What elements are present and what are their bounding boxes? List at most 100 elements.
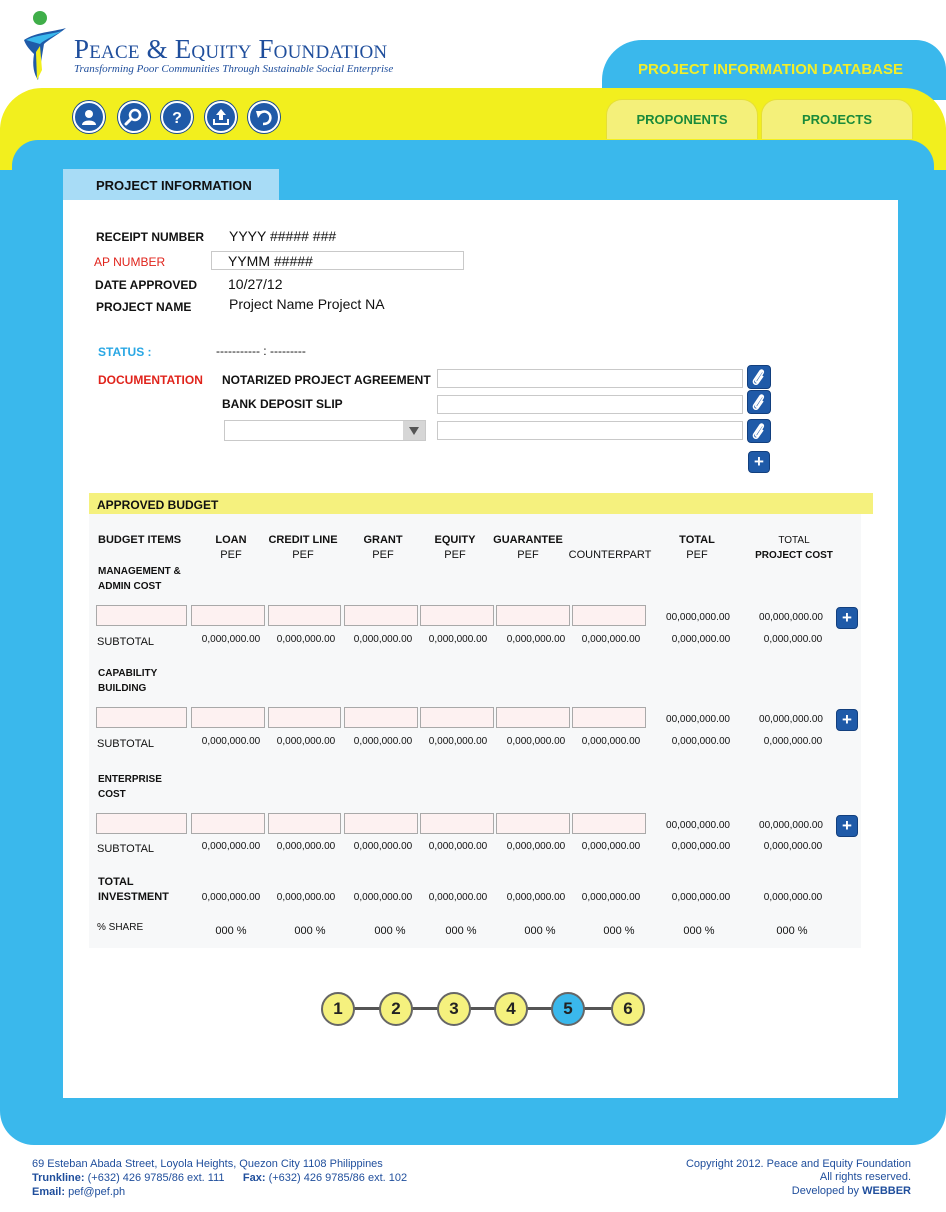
subtotal-value: 0,000,000.00 xyxy=(353,634,413,645)
share-value: 000 % xyxy=(776,925,808,937)
step-5[interactable]: 5 xyxy=(551,992,585,1026)
share-value: 000 % xyxy=(374,925,406,937)
equity-input[interactable] xyxy=(420,813,494,834)
column-header: TOTAL PEF xyxy=(679,534,715,561)
help-icon[interactable]: ? xyxy=(161,101,193,133)
loan-input[interactable] xyxy=(191,605,265,626)
total-investment-value: 0,000,000.00 xyxy=(671,892,731,903)
step-6[interactable]: 6 xyxy=(611,992,645,1026)
credit-line-input[interactable] xyxy=(268,707,341,728)
footer-copyright: Copyright 2012. Peace and Equity Foundat… xyxy=(685,1158,911,1170)
subtotal-value: 0,000,000.00 xyxy=(506,634,566,645)
bank-deposit-label: BANK DEPOSIT SLIP xyxy=(222,397,343,411)
ap-number-label: AP NUMBER xyxy=(94,255,166,269)
loan-input[interactable] xyxy=(191,813,265,834)
row-total-project-cost: 00,000,000.00 xyxy=(759,714,823,725)
add-row-button[interactable]: + xyxy=(836,607,858,629)
grant-input[interactable] xyxy=(344,813,418,834)
footer-rights: All rights reserved. xyxy=(819,1171,911,1183)
subtotal-value: 0,000,000.00 xyxy=(276,736,336,747)
chevron-down-icon xyxy=(403,421,425,440)
grant-input[interactable] xyxy=(344,605,418,626)
credit-line-input[interactable] xyxy=(268,605,341,626)
budget-item-input[interactable] xyxy=(96,605,187,626)
guarantee-input[interactable] xyxy=(496,605,570,626)
tab-projects[interactable]: PROJECTS xyxy=(761,99,913,139)
project-name-value: Project Name Project NA xyxy=(229,296,385,312)
share-value: 000 % xyxy=(524,925,556,937)
row-total-pef: 00,000,000.00 xyxy=(666,714,730,725)
budget-item-input[interactable] xyxy=(96,707,187,728)
step-2[interactable]: 2 xyxy=(379,992,413,1026)
section-label: ENTERPRISE COST xyxy=(98,774,162,800)
document-type-select[interactable] xyxy=(224,420,426,441)
subtotal-value: 0,000,000.00 xyxy=(276,634,336,645)
notarized-agreement-label: NOTARIZED PROJECT AGREEMENT xyxy=(222,373,431,387)
notarized-agreement-file-field[interactable] xyxy=(437,369,743,388)
subtotal-value: 0,000,000.00 xyxy=(671,841,731,852)
org-tagline: Transforming Poor Communities Through Su… xyxy=(74,63,394,75)
svg-text:?: ? xyxy=(172,110,182,127)
budget-table-area xyxy=(89,514,861,948)
subtotal-label: SUBTOTAL xyxy=(97,738,155,750)
column-header: GUARANTEE PEF xyxy=(493,534,563,561)
step-1[interactable]: 1 xyxy=(321,992,355,1026)
other-document-file-field[interactable] xyxy=(437,421,743,440)
subtotal-value: 0,000,000.00 xyxy=(428,736,488,747)
subtotal-value: 0,000,000.00 xyxy=(353,736,413,747)
user-icon[interactable] xyxy=(73,101,105,133)
status-label: STATUS : xyxy=(98,345,152,359)
column-header: CREDIT LINE PEF xyxy=(268,534,338,561)
approved-budget-header: APPROVED BUDGET xyxy=(89,493,873,514)
paperclip-icon[interactable] xyxy=(747,390,771,414)
share-value: 000 % xyxy=(683,925,715,937)
subtotal-value: 0,000,000.00 xyxy=(201,736,261,747)
receipt-number-label: RECEIPT NUMBER xyxy=(96,230,205,244)
subtotal-value: 0,000,000.00 xyxy=(581,736,641,747)
undo-icon[interactable] xyxy=(248,101,280,133)
paperclip-icon[interactable] xyxy=(747,365,771,389)
project-information-tab[interactable]: PROJECT INFORMATION xyxy=(63,169,279,200)
column-header: TOTAL PROJECT COST xyxy=(755,535,833,561)
counterpart-input[interactable] xyxy=(572,605,646,626)
total-investment-value: 0,000,000.00 xyxy=(506,892,566,903)
tab-proponents[interactable]: PROPONENTS xyxy=(606,99,758,139)
add-row-button[interactable]: + xyxy=(836,709,858,731)
credit-line-input[interactable] xyxy=(268,813,341,834)
step-3[interactable]: 3 xyxy=(437,992,471,1026)
guarantee-input[interactable] xyxy=(496,813,570,834)
footer-phone: Trunkline: (+632) 426 9785/86 ext. 111 F… xyxy=(32,1172,408,1184)
logo-figure xyxy=(22,10,70,84)
subtotal-value: 0,000,000.00 xyxy=(581,634,641,645)
guarantee-input[interactable] xyxy=(496,707,570,728)
counterpart-input[interactable] xyxy=(572,707,646,728)
section-label: CAPABILITY BUILDING xyxy=(98,668,158,694)
subtotal-value: 0,000,000.00 xyxy=(506,841,566,852)
share-value: 000 % xyxy=(294,925,326,937)
ap-number-field[interactable] xyxy=(211,251,464,270)
subtotal-value: 0,000,000.00 xyxy=(763,634,823,645)
budget-item-input[interactable] xyxy=(96,813,187,834)
add-document-button[interactable]: + xyxy=(748,451,770,473)
step-4[interactable]: 4 xyxy=(494,992,528,1026)
paperclip-icon[interactable] xyxy=(747,419,771,443)
search-icon[interactable] xyxy=(118,101,150,133)
row-total-project-cost: 00,000,000.00 xyxy=(759,820,823,831)
equity-input[interactable] xyxy=(420,707,494,728)
share-value: 000 % xyxy=(603,925,635,937)
grant-input[interactable] xyxy=(344,707,418,728)
share-label: % SHARE xyxy=(97,922,144,933)
total-investment-value: 0,000,000.00 xyxy=(428,892,488,903)
org-name: Peace & Equity Foundation xyxy=(74,34,388,64)
status-value: ----------- : --------- xyxy=(216,344,306,358)
subtotal-value: 0,000,000.00 xyxy=(353,841,413,852)
bank-deposit-file-field[interactable] xyxy=(437,395,743,414)
subtotal-label: SUBTOTAL xyxy=(97,636,155,648)
loan-input[interactable] xyxy=(191,707,265,728)
row-total-pef: 00,000,000.00 xyxy=(666,820,730,831)
equity-input[interactable] xyxy=(420,605,494,626)
counterpart-input[interactable] xyxy=(572,813,646,834)
upload-icon[interactable] xyxy=(205,101,237,133)
subtotal-value: 0,000,000.00 xyxy=(201,634,261,645)
add-row-button[interactable]: + xyxy=(836,815,858,837)
